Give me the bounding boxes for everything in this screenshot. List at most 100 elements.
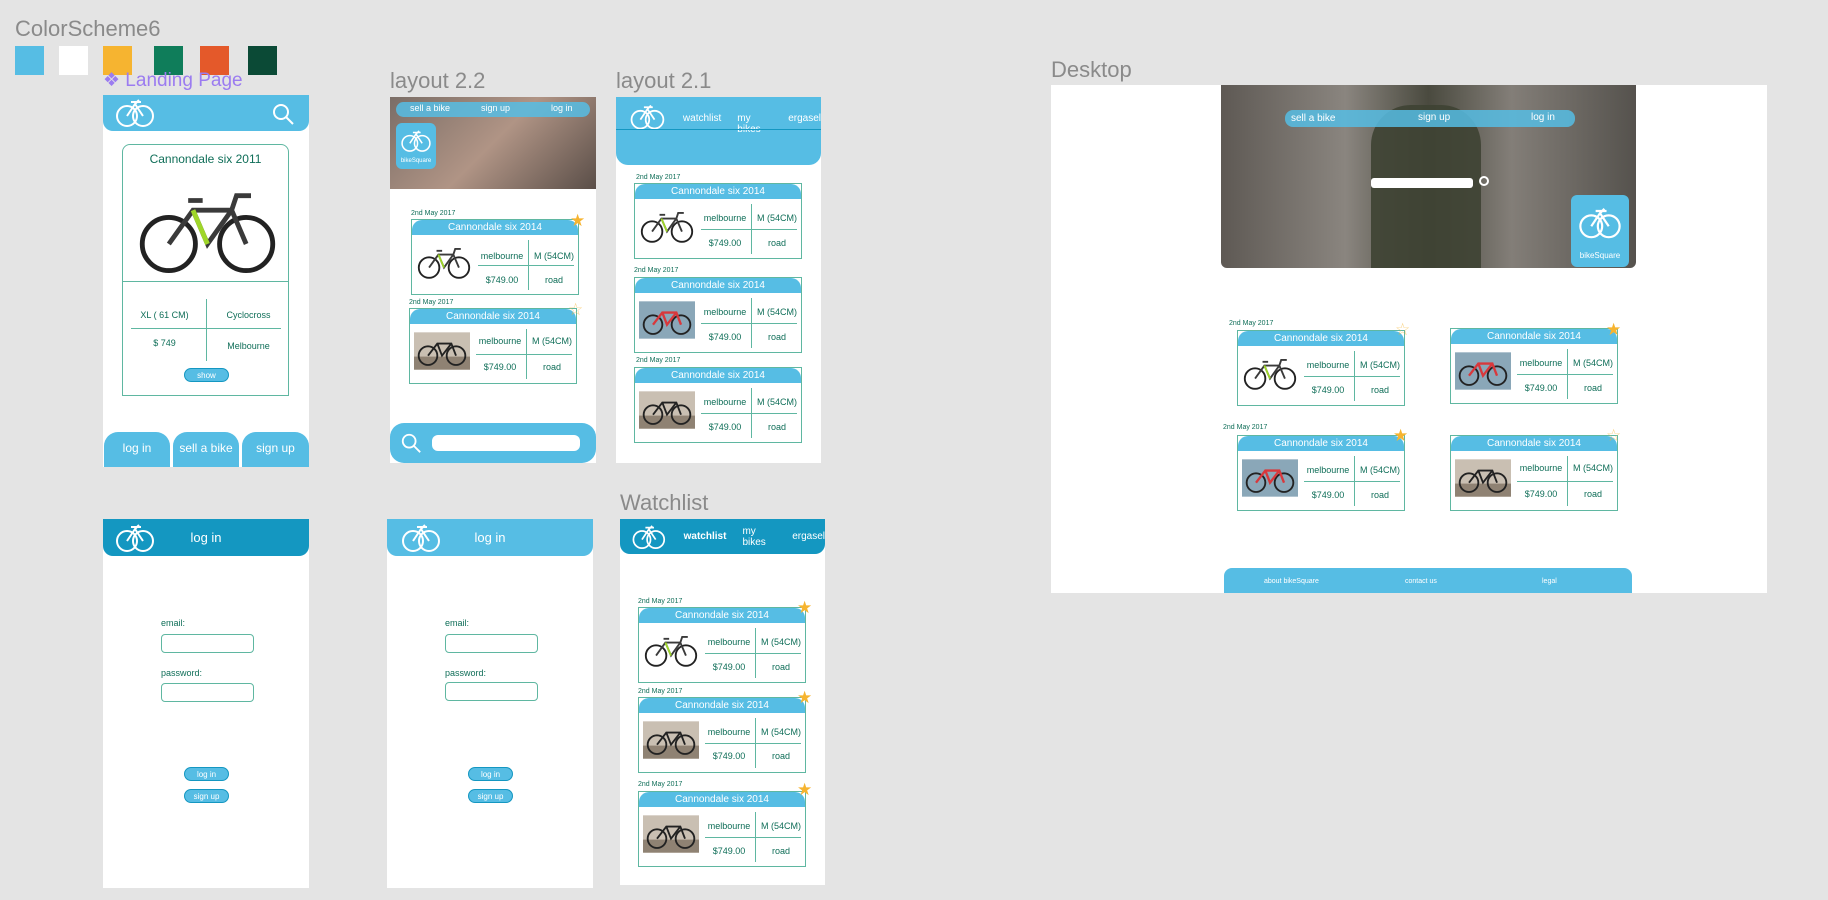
divider bbox=[701, 229, 797, 230]
bike-card[interactable]: Cannondale six 2014 melbourne M (54CM) $… bbox=[1450, 435, 1618, 511]
login-submit-button[interactable]: log in bbox=[468, 767, 513, 781]
bike-thumb bbox=[643, 630, 699, 670]
bike-thumb bbox=[639, 206, 695, 246]
star-filled-icon[interactable]: ★ bbox=[797, 689, 812, 706]
card-city: melbourne bbox=[703, 213, 747, 223]
bike-card[interactable]: Cannondale six 2014 melbourne M (54CM) $… bbox=[638, 607, 806, 683]
star-empty-icon[interactable]: ☆ bbox=[1395, 321, 1410, 338]
swatch-darkgreen bbox=[248, 46, 277, 75]
bike-thumb bbox=[1455, 351, 1511, 391]
card-price: $749.00 bbox=[1311, 490, 1345, 500]
bike-card[interactable]: Cannondale six 2014 melbourne M (54CM) $… bbox=[634, 367, 802, 443]
bike-size: XL ( 61 CM) bbox=[140, 310, 189, 320]
search-bar bbox=[390, 423, 596, 463]
card-type: road bbox=[767, 332, 786, 342]
card-title: Cannondale six 2014 bbox=[412, 220, 578, 235]
card-type: road bbox=[771, 846, 790, 856]
bike-thumb bbox=[416, 242, 472, 282]
nav-ergasel[interactable]: ergasel bbox=[788, 113, 821, 124]
card-type: road bbox=[1370, 385, 1389, 395]
star-filled-icon[interactable]: ★ bbox=[1606, 321, 1621, 338]
brand-name: bikeSquare bbox=[400, 158, 432, 164]
card-city: melbourne bbox=[1306, 360, 1350, 370]
show-button[interactable]: show bbox=[184, 368, 229, 382]
card-size: M (54CM) bbox=[532, 336, 572, 346]
bike-card[interactable]: Cannondale six 2014 melbourne M (54CM) $… bbox=[409, 308, 577, 384]
card-size: M (54CM) bbox=[761, 727, 801, 737]
nav-login[interactable]: log in bbox=[551, 103, 573, 113]
sell-bike-button[interactable]: sell a bike bbox=[173, 432, 239, 467]
nav-sell[interactable]: sell a bike bbox=[1291, 113, 1335, 124]
signup-button[interactable]: sign up bbox=[468, 789, 513, 803]
nav-signup[interactable]: sign up bbox=[481, 103, 510, 113]
bike-card[interactable]: Cannondale six 2014 melbourne M (54CM) $… bbox=[411, 219, 579, 295]
bike-card[interactable]: Cannondale six 2014 melbourne M (54CM) $… bbox=[634, 277, 802, 353]
email-field[interactable] bbox=[445, 634, 538, 653]
login-header: log in bbox=[387, 519, 593, 556]
card-title: Cannondale six 2014 bbox=[639, 792, 805, 807]
signup-button[interactable]: sign up bbox=[242, 432, 309, 467]
nav-watchlist[interactable]: watchlist bbox=[684, 531, 727, 542]
bike-logo-icon[interactable] bbox=[113, 96, 157, 130]
listing-date: 2nd May 2017 bbox=[636, 174, 681, 181]
footer-about-link[interactable]: about bikeSquare bbox=[1264, 578, 1319, 585]
search-icon[interactable] bbox=[1479, 176, 1489, 186]
card-title: Cannondale six 2014 bbox=[635, 368, 801, 383]
search-icon[interactable] bbox=[271, 102, 295, 126]
card-size: M (54CM) bbox=[757, 397, 797, 407]
bike-logo-icon[interactable] bbox=[113, 521, 157, 555]
divider bbox=[123, 281, 288, 282]
card-city: melbourne bbox=[707, 637, 751, 647]
search-icon[interactable] bbox=[400, 432, 422, 454]
card-price: $749.00 bbox=[708, 422, 742, 432]
bike-card[interactable]: Cannondale six 2014 melbourne M (54CM) $… bbox=[1450, 328, 1618, 404]
search-input[interactable] bbox=[1371, 178, 1473, 188]
bike-card[interactable]: Cannondale six 2014 melbourne M (54CM) $… bbox=[634, 183, 802, 259]
star-filled-icon[interactable]: ★ bbox=[797, 781, 812, 798]
bike-logo-icon[interactable] bbox=[399, 521, 443, 555]
card-price: $749.00 bbox=[712, 846, 746, 856]
bike-logo-icon[interactable] bbox=[630, 520, 668, 554]
email-field[interactable] bbox=[161, 634, 254, 653]
nav-login[interactable]: log in bbox=[1531, 112, 1555, 123]
password-field[interactable] bbox=[161, 683, 254, 702]
star-empty-icon[interactable]: ☆ bbox=[568, 301, 583, 318]
password-label: password: bbox=[445, 668, 487, 678]
nav-watchlist[interactable]: watchlist bbox=[683, 113, 721, 124]
bike-image bbox=[135, 181, 280, 278]
star-filled-icon[interactable]: ★ bbox=[797, 599, 812, 616]
footer-legal-link[interactable]: legal bbox=[1542, 578, 1557, 585]
email-label: email: bbox=[445, 618, 470, 628]
login-submit-button[interactable]: log in bbox=[184, 767, 229, 781]
bike-thumb bbox=[643, 814, 699, 854]
nav-sell[interactable]: sell a bike bbox=[410, 103, 450, 113]
card-city: melbourne bbox=[707, 821, 751, 831]
bike-thumb bbox=[1242, 353, 1298, 393]
divider bbox=[616, 129, 821, 130]
nav-signup[interactable]: sign up bbox=[1418, 112, 1450, 123]
nav-ergasel[interactable]: ergasel bbox=[792, 531, 825, 542]
nav-mybikes[interactable]: my bikes bbox=[737, 113, 772, 135]
card-title: Cannondale six 2014 bbox=[1238, 436, 1404, 451]
listing-date: 2nd May 2017 bbox=[411, 210, 456, 217]
star-empty-icon[interactable]: ☆ bbox=[1606, 427, 1621, 444]
card-city: melbourne bbox=[1306, 465, 1350, 475]
listing-date: 2nd May 2017 bbox=[638, 688, 683, 695]
star-filled-icon[interactable]: ★ bbox=[1393, 427, 1408, 444]
star-filled-icon[interactable]: ★ bbox=[570, 212, 585, 229]
divider bbox=[1517, 481, 1613, 482]
bike-card[interactable]: Cannondale six 2014 melbourne M (54CM) $… bbox=[638, 697, 806, 773]
card-size: M (54CM) bbox=[761, 821, 801, 831]
divider bbox=[701, 413, 797, 414]
signup-button[interactable]: sign up bbox=[184, 789, 229, 803]
login-button[interactable]: log in bbox=[104, 432, 170, 467]
footer-contact-link[interactable]: contact us bbox=[1405, 578, 1437, 585]
bike-card[interactable]: Cannondale six 2014 melbourne M (54CM) $… bbox=[638, 791, 806, 867]
nav-mybikes[interactable]: my bikes bbox=[742, 526, 776, 548]
bike-card[interactable]: Cannondale six 2014 melbourne M (54CM) $… bbox=[1237, 330, 1405, 406]
card-type: road bbox=[1370, 490, 1389, 500]
watchlist-header: watchlist my bikes ergasel bbox=[620, 519, 825, 554]
bike-card[interactable]: Cannondale six 2014 melbourne M (54CM) $… bbox=[1237, 435, 1405, 511]
password-field[interactable] bbox=[445, 682, 538, 701]
search-input[interactable] bbox=[432, 435, 580, 451]
